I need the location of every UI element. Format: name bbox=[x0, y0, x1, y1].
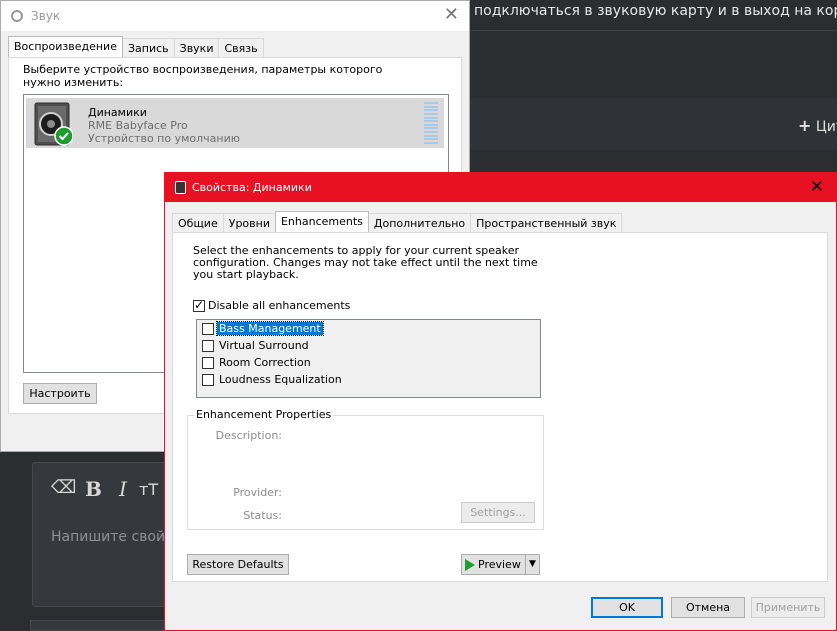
ok-button[interactable]: OK bbox=[591, 597, 663, 618]
enhancement-checkbox[interactable] bbox=[202, 323, 214, 335]
list-item[interactable]: Virtual Surround bbox=[202, 339, 311, 352]
background-element bbox=[30, 620, 170, 631]
list-item[interactable]: Room Correction bbox=[202, 356, 313, 369]
eraser-icon[interactable]: ⌫ bbox=[51, 477, 76, 498]
dialog-title: Свойства: Динамики bbox=[192, 181, 312, 194]
title-bar: Звук bbox=[1, 1, 469, 31]
speaker-icon bbox=[11, 10, 23, 22]
device-status: Устройство по умолчанию bbox=[88, 132, 241, 145]
speaker-properties-dialog: Свойства: Динамики ✕ Общие Уровни Enhanc… bbox=[164, 172, 837, 631]
speaker-icon bbox=[175, 181, 186, 194]
disable-all-checkbox-row[interactable]: Disable all enhancements bbox=[193, 298, 351, 312]
tab-spatial-sound[interactable]: Пространственный звук bbox=[470, 213, 623, 232]
window-title: Звук bbox=[31, 9, 61, 23]
font-size-button[interactable]: тT bbox=[139, 480, 158, 499]
list-item[interactable]: Bass Management bbox=[202, 321, 324, 336]
enhancement-checkbox[interactable] bbox=[202, 374, 214, 386]
close-icon[interactable]: ✕ bbox=[810, 177, 824, 197]
dropdown-arrow-icon[interactable]: ▼ bbox=[525, 555, 539, 574]
device-name: Динамики bbox=[88, 106, 147, 119]
configure-button[interactable]: Настроить bbox=[23, 383, 97, 404]
enhancement-list[interactable]: Bass Management Virtual Surround Room Co… bbox=[196, 319, 541, 398]
tab-communications[interactable]: Связь bbox=[218, 38, 264, 57]
restore-defaults-button[interactable]: Restore Defaults bbox=[187, 554, 289, 575]
tab-general[interactable]: Общие bbox=[172, 213, 224, 232]
enhancement-label: Virtual Surround bbox=[219, 339, 309, 352]
list-item[interactable]: Loudness Equalization bbox=[202, 373, 344, 386]
play-icon bbox=[465, 559, 475, 571]
background-header-text: подключаться в звуковую карту и в выход … bbox=[470, 0, 837, 30]
group-title: Enhancement Properties bbox=[194, 408, 334, 421]
bold-button[interactable]: B bbox=[85, 477, 102, 501]
tab-strip: Общие Уровни Enhancements Дополнительно … bbox=[172, 211, 623, 232]
description-label: Description: bbox=[215, 429, 282, 442]
device-model: RME Babyface Pro bbox=[88, 119, 188, 132]
tab-sounds[interactable]: Звуки bbox=[173, 38, 220, 57]
enhancement-checkbox[interactable] bbox=[202, 340, 214, 352]
volume-meter bbox=[424, 102, 438, 144]
editor-placeholder: Напишите свой с bbox=[51, 529, 178, 545]
tab-advanced[interactable]: Дополнительно bbox=[367, 213, 472, 232]
tab-enhancements[interactable]: Enhancements bbox=[274, 211, 369, 232]
reply-editor[interactable]: ⌫ B I тT Напишите свой с bbox=[32, 462, 177, 607]
enhancement-label: Loudness Equalization bbox=[219, 373, 342, 386]
enhancement-checkbox[interactable] bbox=[202, 357, 214, 369]
instruction-text: Select the enhancements to apply for you… bbox=[193, 244, 538, 281]
close-icon[interactable]: ✕ bbox=[444, 4, 459, 25]
plus-icon: + bbox=[798, 116, 812, 135]
quote-button[interactable]: + Цит bbox=[798, 116, 837, 135]
cancel-button[interactable]: Отмена bbox=[671, 597, 745, 618]
list-item[interactable]: Динамики RME Babyface Pro Устройство по … bbox=[26, 98, 444, 148]
instruction-text: Выберите устройство воспроизведения, пар… bbox=[23, 63, 383, 89]
quote-label: Цит bbox=[815, 119, 837, 135]
settings-button[interactable]: Settings... bbox=[461, 502, 535, 523]
divider bbox=[470, 30, 837, 31]
enhancement-label: Room Correction bbox=[219, 356, 311, 369]
apply-button[interactable]: Применить bbox=[751, 597, 825, 618]
enhancement-label: Bass Management bbox=[216, 321, 324, 336]
status-label: Status: bbox=[243, 509, 282, 522]
preview-label: Preview bbox=[478, 558, 521, 571]
enhancement-properties-group: Enhancement Properties Description: Prov… bbox=[187, 408, 544, 530]
title-bar: Свойства: Динамики bbox=[165, 173, 836, 202]
enhancements-page: Select the enhancements to apply for you… bbox=[172, 232, 828, 582]
preview-button[interactable]: Preview ▼ bbox=[461, 554, 540, 575]
background-post-panel bbox=[470, 98, 837, 150]
tab-levels[interactable]: Уровни bbox=[222, 213, 276, 232]
tab-strip: Воспроизведение Запись Звуки Связь bbox=[8, 36, 264, 57]
disable-all-label: Disable all enhancements bbox=[208, 299, 351, 312]
italic-button[interactable]: I bbox=[119, 477, 127, 501]
tab-recording[interactable]: Запись bbox=[121, 38, 175, 57]
speaker-device-icon bbox=[34, 102, 73, 146]
provider-label: Provider: bbox=[233, 486, 282, 499]
disable-all-checkbox[interactable] bbox=[193, 298, 205, 312]
tab-playback[interactable]: Воспроизведение bbox=[8, 36, 123, 57]
